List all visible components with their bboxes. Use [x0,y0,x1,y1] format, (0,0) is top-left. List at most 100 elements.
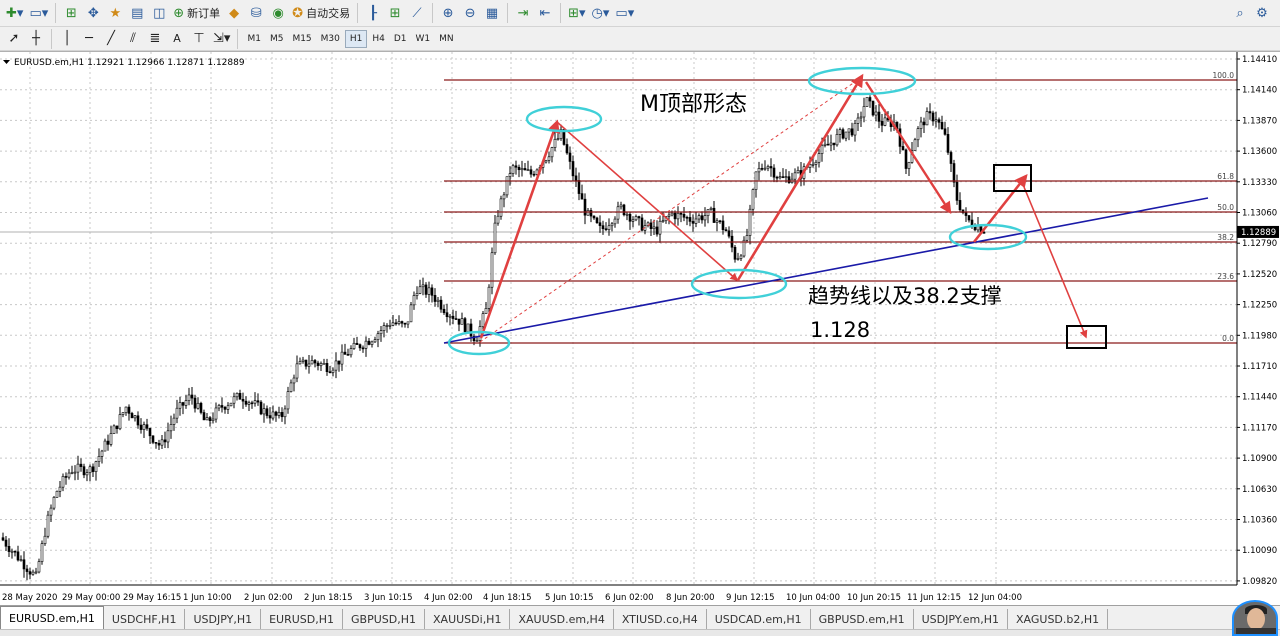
candle-body [103,440,107,452]
candle-body [352,342,356,349]
indicators-icon[interactable]: ⊞ ▾ [566,3,587,23]
navigator-icon[interactable]: ✥ [83,3,103,23]
candle-body [868,97,872,102]
chart-globe-icon[interactable]: ◉ [268,3,288,23]
time-axis: 28 May 2020 29 May 00:00 29 May 16:15 1 Jun… [2,593,1022,603]
favorites-icon[interactable]: ★ [105,3,125,23]
price-label: 1.13870 [1242,116,1277,126]
bar-chart-icon[interactable]: ┠ [363,3,383,23]
timeframe-w1[interactable]: W1 [412,30,435,48]
chart-tab[interactable]: USDCHF,H1 [104,609,186,629]
price-label: 1.10630 [1242,485,1277,495]
candle-body [967,215,971,221]
candle-body [661,220,665,223]
candle-body [49,507,53,516]
chart-tab[interactable]: USDJPY,H1 [185,609,262,629]
timeframe-m15[interactable]: M15 [288,30,315,48]
candle-body [229,402,233,407]
chart-tab[interactable]: XTIUSD.co,H4 [614,609,707,629]
metaeditor-icon[interactable]: ◆ [224,3,244,23]
candle-body [529,169,533,175]
templates-icon[interactable]: ▭ ▾ [613,3,636,23]
candle-body [232,396,236,404]
candle-body [400,321,404,324]
chart-tab[interactable]: EURUSD.em,H1 [0,606,104,629]
signals-icon[interactable]: ⛁ [246,3,266,23]
candle-body [640,217,644,231]
new-chart-icon[interactable]: ✚ ▾ [4,3,25,23]
timeframe-d1[interactable]: D1 [390,30,411,48]
candle-body [121,412,125,415]
text-label-icon[interactable]: ⊤ [189,29,209,49]
time-label: 28 May 2020 [2,593,57,603]
chart-grid [0,52,1237,585]
fibo-icon[interactable]: ≣ [145,29,165,49]
candle-body [4,539,8,547]
candle-body [415,293,419,296]
zoom-out-icon[interactable]: ⊖ [460,3,480,23]
auto-trading-button[interactable]: ✪ 自动交易 [290,3,352,23]
candle-body [448,315,452,318]
auto-trading-icon: ✪ [292,5,304,21]
candle-body [196,402,200,409]
chart-tab[interactable]: GBPUSD,H1 [343,609,426,629]
chart-tab[interactable]: USDCAD.em,H1 [707,609,811,629]
candlestick-icon[interactable]: ⊞ [385,3,405,23]
arrows-icon[interactable]: ⇲ ▾ [211,29,232,49]
zoom-in-icon[interactable]: ⊕ [438,3,458,23]
candle-body [814,161,818,165]
candle-body [820,144,824,154]
candle-body [316,362,320,366]
settings-icon[interactable]: ⚙ [1252,3,1272,23]
period-icon[interactable]: ◷ ▾ [590,3,612,23]
timeframe-h1[interactable]: H1 [344,29,368,48]
tile-windows-icon[interactable]: ▦ [482,3,502,23]
search-icon[interactable]: ⌕ [1230,3,1250,23]
candle-body [700,215,704,221]
chart-tab[interactable]: XAUUSDi,H1 [425,609,511,629]
chart-tab[interactable]: USDJPY.em,H1 [914,609,1008,629]
timeframe-m1[interactable]: M1 [243,30,265,48]
arrow [1023,186,1088,339]
timeframe-m30[interactable]: M30 [317,30,344,48]
autoscroll-icon[interactable]: ⇥ [513,3,533,23]
candle-body [604,228,608,231]
candle-body [841,129,845,139]
new-order-button[interactable]: ⊕ 新订单 [171,3,222,23]
chart-shift-icon[interactable]: ⇤ [535,3,555,23]
horizontal-line-icon[interactable]: ─ [79,29,99,49]
trendline-icon[interactable]: ╱ [101,29,121,49]
crosshair-icon[interactable]: ┼ [26,29,46,49]
candle-body [556,138,560,140]
profiles-icon[interactable]: ▭ ▾ [27,3,50,23]
candle-body [931,112,935,122]
status-bar [0,629,1280,636]
chart-tab[interactable]: GBPUSD.em,H1 [811,609,914,629]
toolbar-separator [51,28,52,49]
chart-tab[interactable]: XAGUSD.b2,H1 [1008,609,1109,629]
timeframe-h4[interactable]: H4 [368,30,389,48]
equidistant-channel-icon[interactable]: ⫽ [123,29,143,49]
timeframe-mn[interactable]: MN [435,30,458,48]
toolbar-separator [357,3,359,23]
candle-body [343,351,347,355]
timeframe-m5[interactable]: M5 [266,30,288,48]
chart-window[interactable]: 100.0 61.8 50.0 38.2 23.6 0.0 1.14410 1.14140 1… [0,51,1280,603]
candle-body [715,220,719,223]
candle-body [763,167,767,170]
candle-body [328,371,332,373]
text-icon[interactable]: A [167,29,187,49]
tester-icon[interactable]: ◫ [149,3,169,23]
cursor-icon[interactable]: ➚ [4,29,24,49]
candle-body [370,341,374,345]
time-label: 2 Jun 02:00 [244,593,293,603]
price-chart[interactable]: 100.061.850.038.223.60.0 1.144101.141401… [0,52,1280,604]
candle-body [748,208,752,236]
vertical-line-icon[interactable]: │ [57,29,77,49]
market-watch-icon[interactable]: ⊞ [61,3,81,23]
chart-tab[interactable]: EURUSD,H1 [261,609,344,629]
line-chart-icon[interactable]: ⟋ [407,3,427,23]
terminal-icon[interactable]: ▤ [127,3,147,23]
chart-tab[interactable]: XAUUSD.em,H4 [510,609,614,629]
candle-body [220,405,224,408]
